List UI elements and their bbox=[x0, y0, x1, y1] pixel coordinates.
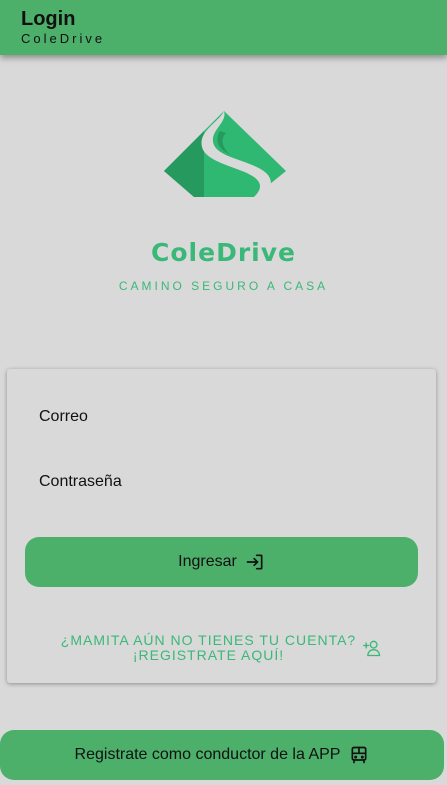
app-bar: Login ColeDrive bbox=[0, 0, 447, 55]
login-card: Correo Contraseña Ingresar ¿MAMITA AÚN N… bbox=[7, 369, 436, 683]
register-cta: ¡REGISTRATE AQUÍ! bbox=[132, 647, 285, 663]
register-question: ¿MAMITA AÚN NO TIENES TU CUENTA? bbox=[60, 632, 357, 648]
email-field[interactable] bbox=[39, 429, 399, 455]
add-user-icon bbox=[362, 638, 382, 658]
brand-tagline: CAMINO SEGURO A CASA bbox=[118, 279, 329, 293]
login-icon bbox=[245, 552, 265, 572]
road-diamond-logo-icon bbox=[163, 111, 286, 197]
page-title: Login bbox=[21, 8, 76, 30]
login-button[interactable]: Ingresar bbox=[25, 537, 418, 587]
register-driver-button[interactable]: Registrate como conductor de la APP bbox=[0, 730, 444, 780]
page-subtitle: ColeDrive bbox=[21, 31, 106, 46]
password-label: Contraseña bbox=[39, 473, 122, 490]
bus-icon bbox=[349, 745, 369, 765]
login-button-label: Ingresar bbox=[178, 553, 237, 570]
brand-name: ColeDrive bbox=[151, 238, 296, 267]
register-text: ¿MAMITA AÚN NO TIENES TU CUENTA? ¡REGIST… bbox=[61, 633, 356, 663]
email-label: Correo bbox=[39, 408, 88, 425]
register-link[interactable]: ¿MAMITA AÚN NO TIENES TU CUENTA? ¡REGIST… bbox=[7, 633, 436, 663]
password-field[interactable] bbox=[39, 494, 399, 520]
brand-header: ColeDrive CAMINO SEGURO A CASA bbox=[0, 105, 447, 293]
register-driver-label: Registrate como conductor de la APP bbox=[74, 746, 341, 763]
